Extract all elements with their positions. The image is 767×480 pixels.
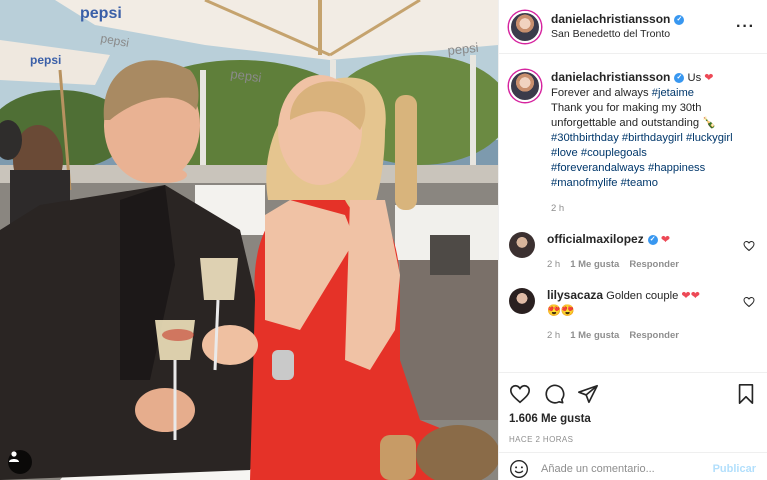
more-options-icon[interactable]: ··· (736, 18, 755, 36)
heart-emoji: ❤❤ (681, 290, 701, 302)
hashtag-link[interactable]: #jetaime (652, 87, 694, 99)
commenter-avatar[interactable] (509, 232, 535, 258)
add-comment-bar: Publicar (499, 452, 767, 480)
caption-time[interactable]: 2 h (551, 201, 733, 216)
comment-likes[interactable]: 1 Me gusta (570, 328, 619, 343)
comment-time[interactable]: 2 h (547, 257, 560, 272)
heart-eyes-emoji: 😍😍 (547, 305, 575, 317)
commenter-username[interactable]: officialmaxilopez (547, 232, 644, 247)
photo-scene: pepsi pepsi pepsi pepsi pepsi (0, 0, 498, 480)
reply-button[interactable]: Responder (629, 328, 679, 343)
reply-button[interactable]: Responder (629, 257, 679, 272)
likes-count[interactable]: 1.606 Me gusta (509, 413, 756, 425)
post-actions: 1.606 Me gusta HACE 2 HORAS (499, 372, 767, 444)
svg-text:pepsi: pepsi (80, 5, 122, 22)
comment-icon[interactable] (543, 383, 565, 405)
hashtag-link[interactable]: #love (551, 147, 578, 159)
caption-line2: Thank you for making my 30th (551, 102, 702, 114)
post-location[interactable]: San Benedetto del Tronto (551, 27, 736, 42)
hashtag-link[interactable]: #foreverandalways (551, 162, 645, 174)
post-header: danielachristiansson ✓ San Benedetto del… (499, 0, 767, 54)
comment-item: officialmaxilopez ✓ ❤ 2 h 1 Me gusta Res… (509, 232, 755, 272)
comments-section: danielachristiansson ✓ Us ❤ Forever and … (499, 54, 767, 367)
caption-line1: Forever and always (551, 87, 649, 99)
caption-username[interactable]: danielachristiansson (551, 70, 670, 85)
hashtag-link[interactable]: #luckygirl (686, 132, 733, 144)
hashtag-link[interactable]: #teamo (621, 177, 658, 189)
comment-input[interactable] (541, 462, 713, 475)
verified-badge-icon: ✓ (674, 14, 685, 25)
heart-icon[interactable] (509, 383, 531, 405)
hashtag-link[interactable]: #couplegoals (581, 147, 647, 159)
comment-item: lilysacaza Golden couple ❤❤ 😍😍 2 h 1 Me … (509, 288, 755, 343)
caption-line3: unforgettable and outstanding (551, 117, 700, 129)
heart-emoji: ❤ (704, 72, 714, 84)
publish-button[interactable]: Publicar (713, 463, 756, 475)
share-icon[interactable] (577, 383, 599, 405)
caption-author-avatar[interactable] (509, 70, 541, 102)
hashtag-link[interactable]: #birthdaygirl (622, 132, 683, 144)
heart-emoji: ❤ (660, 234, 671, 246)
comment-like-heart-icon[interactable] (743, 296, 755, 308)
comment-like-heart-icon[interactable] (743, 240, 755, 252)
caption-after-badge: Us (687, 72, 702, 84)
post-photo[interactable]: pepsi pepsi pepsi pepsi pepsi (0, 0, 498, 480)
post-caption: danielachristiansson ✓ Us ❤ Forever and … (509, 70, 755, 216)
comment-time[interactable]: 2 h (547, 328, 560, 343)
post-details-panel: danielachristiansson ✓ San Benedetto del… (498, 0, 767, 480)
champagne-emoji: 🍾 (702, 117, 717, 129)
comment-likes[interactable]: 1 Me gusta (570, 257, 619, 272)
verified-badge-icon: ✓ (647, 234, 658, 245)
author-avatar[interactable] (509, 10, 541, 43)
commenter-avatar[interactable] (509, 288, 535, 314)
hashtag-link[interactable]: #manofmylife (551, 177, 618, 189)
commenter-username[interactable]: lilysacaza (547, 288, 603, 303)
hashtag-link[interactable]: #30thbirthday (551, 132, 619, 144)
comment-text: Golden couple (606, 290, 679, 302)
emoji-icon[interactable] (509, 459, 529, 479)
author-username[interactable]: danielachristiansson (551, 12, 670, 27)
hashtag-link[interactable]: #happiness (648, 162, 705, 174)
tagged-user-icon[interactable] (8, 450, 32, 474)
svg-text:pepsi: pepsi (30, 53, 61, 67)
post-timestamp: HACE 2 HORAS (509, 435, 574, 444)
bookmark-icon[interactable] (736, 383, 756, 405)
verified-badge-icon: ✓ (674, 72, 685, 83)
